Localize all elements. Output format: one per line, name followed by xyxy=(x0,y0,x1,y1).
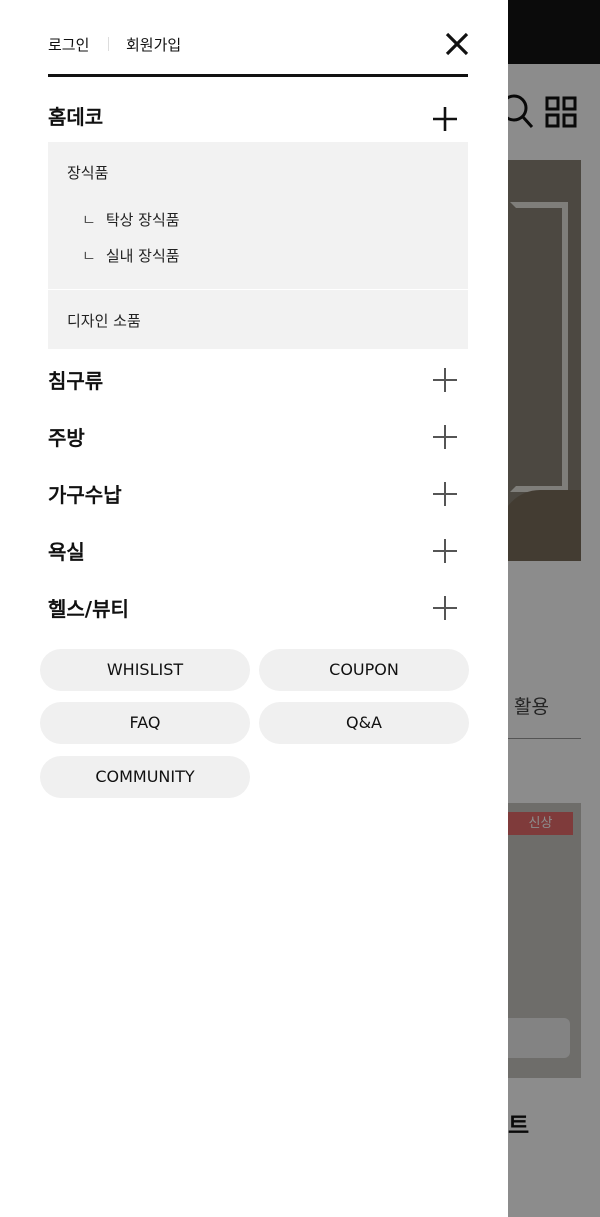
login-link[interactable]: 로그인 xyxy=(48,34,89,55)
category-bathroom[interactable]: 욕실 xyxy=(48,536,468,580)
expand-plus-icon[interactable] xyxy=(432,424,458,450)
branch-glyph: ㄴ xyxy=(82,211,96,229)
submenu-child-label: 실내 장식품 xyxy=(105,247,180,265)
side-menu-drawer: 로그인 회원가입 홈데코 장식품 ㄴ 탁상 장식품 ㄴ 실내 장식품 디자인 소품 … xyxy=(0,0,508,1217)
close-icon[interactable] xyxy=(444,31,470,57)
category-furniture-storage[interactable]: 가구수납 xyxy=(48,479,468,523)
submenu-divider xyxy=(48,289,468,290)
expand-plus-icon[interactable] xyxy=(432,106,458,132)
wishlist-button[interactable]: WHISLIST xyxy=(40,649,250,691)
signup-link[interactable]: 회원가입 xyxy=(126,34,181,55)
branch-glyph: ㄴ xyxy=(82,247,96,265)
drawer-header: 로그인 회원가입 xyxy=(48,0,470,77)
submenu-item-decor[interactable]: 장식품 xyxy=(67,162,108,183)
category-health-beauty[interactable]: 헬스/뷰티 xyxy=(48,593,468,637)
category-bedding[interactable]: 침구류 xyxy=(48,365,468,409)
category-label: 주방 xyxy=(48,426,85,450)
faq-button[interactable]: FAQ xyxy=(40,702,250,744)
category-label: 홈데코 xyxy=(48,105,104,129)
submenu-item-design-goods[interactable]: 디자인 소품 xyxy=(67,310,141,331)
category-label: 헬스/뷰티 xyxy=(48,597,129,621)
coupon-button[interactable]: COUPON xyxy=(259,649,469,691)
submenu-panel: 장식품 ㄴ 탁상 장식품 ㄴ 실내 장식품 디자인 소품 xyxy=(48,142,468,349)
category-kitchen[interactable]: 주방 xyxy=(48,422,468,466)
submenu-child-item[interactable]: ㄴ 탁상 장식품 xyxy=(82,209,180,230)
submenu-child-item[interactable]: ㄴ 실내 장식품 xyxy=(82,245,180,266)
expand-plus-icon[interactable] xyxy=(432,595,458,621)
expand-plus-icon[interactable] xyxy=(432,367,458,393)
category-label: 가구수납 xyxy=(48,483,122,507)
expand-plus-icon[interactable] xyxy=(432,538,458,564)
category-label: 침구류 xyxy=(48,369,104,393)
submenu-child-label: 탁상 장식품 xyxy=(105,211,180,229)
header-divider xyxy=(108,37,109,51)
expand-plus-icon[interactable] xyxy=(432,481,458,507)
qna-button[interactable]: Q&A xyxy=(259,702,469,744)
community-button[interactable]: COMMUNITY xyxy=(40,756,250,798)
category-home-deco[interactable]: 홈데코 xyxy=(48,101,468,145)
category-label: 욕실 xyxy=(48,540,85,564)
